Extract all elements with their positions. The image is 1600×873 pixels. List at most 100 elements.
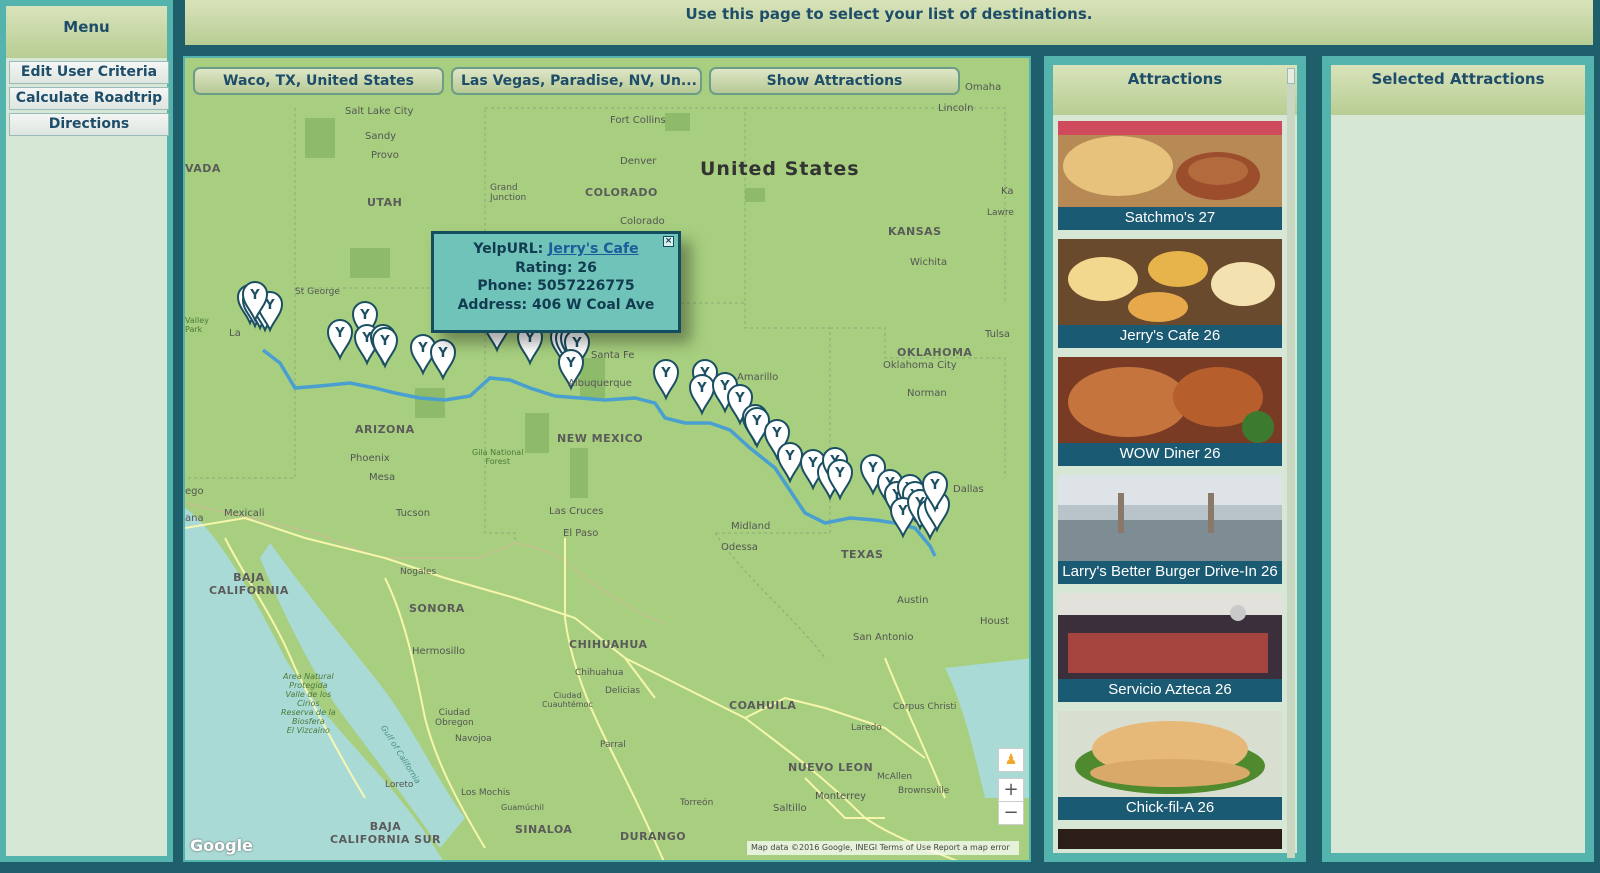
map-label-loreto: Loreto [385, 780, 414, 790]
info-address: Address: 406 W Coal Ave [457, 296, 655, 313]
yelp-marker-icon[interactable]: Y [326, 319, 354, 361]
selected-attractions-title: Selected Attractions [1331, 65, 1585, 115]
attraction-caption: Larry's Better Burger Drive-In 26 [1058, 561, 1282, 584]
attraction-caption: WOW Diner 26 [1058, 443, 1282, 466]
svg-text:Y: Y [734, 391, 745, 406]
svg-text:Y: Y [334, 326, 345, 341]
map-label-amarillo: Amarillo [737, 372, 779, 383]
svg-text:Y: Y [379, 334, 390, 349]
map-label-dallas: Dallas [953, 484, 984, 495]
zoom-out-button[interactable]: − [998, 801, 1024, 825]
map-label-baja-california-sur: BAJA CALIFORNIA SUR [330, 820, 441, 846]
info-yelp-row: YelpURL: Jerry's Cafe [434, 240, 678, 259]
map-label-monterrey: Monterrey [815, 791, 867, 802]
map-label-ciudad-cuauhtemoc: Ciudad Cuauhtémoc [542, 691, 593, 709]
svg-text:Y: Y [249, 288, 260, 303]
map-footer: Map data ©2016 Google, INEGI Terms of Us… [747, 841, 1019, 855]
map-label-provo: Provo [371, 150, 399, 161]
google-logo: Google [190, 836, 253, 855]
attraction-card[interactable]: Servicio Azteca 26 [1058, 593, 1282, 702]
map-label-new-mexico: NEW MEXICO [557, 432, 644, 445]
map-label-grand-junction: Grand Junction [490, 183, 527, 203]
attraction-card[interactable]: WOW Diner 26 [1058, 357, 1282, 466]
map-label-austin: Austin [897, 595, 929, 606]
map-label-salt-lake-city: Salt Lake City [345, 106, 414, 117]
yelp-marker-icon[interactable]: Y [688, 374, 716, 416]
map-label-norman: Norman [907, 388, 947, 399]
map-label-tulsa: Tulsa [985, 329, 1011, 340]
attraction-card-partial[interactable] [1058, 829, 1282, 849]
info-yelp-link[interactable]: Jerry's Cafe [548, 241, 638, 257]
destination-input-button[interactable]: Las Vegas, Paradise, NV, Un... [451, 67, 702, 95]
calculate-roadtrip-button[interactable]: Calculate Roadtrip [9, 87, 169, 110]
map-label-ego-partial: ego [185, 486, 204, 497]
map-label-coahuila: COAHUILA [729, 699, 797, 712]
svg-text:Y: Y [660, 366, 671, 381]
yelp-marker-icon[interactable]: Y [371, 327, 399, 369]
yelp-marker-icon[interactable]: Y [429, 339, 457, 381]
attraction-card[interactable]: Satchmo's 27 [1058, 121, 1282, 230]
svg-text:Y: Y [696, 381, 707, 396]
attraction-caption: Servicio Azteca 26 [1058, 679, 1282, 702]
map-label-arizona: ARIZONA [355, 423, 415, 436]
attraction-photo [1058, 475, 1282, 561]
map-label-el-paso: El Paso [563, 528, 599, 539]
edit-user-criteria-button[interactable]: Edit User Criteria [9, 61, 169, 84]
map-label-odessa: Odessa [721, 542, 758, 553]
map-label-kansas-city-partial: Ka [1001, 186, 1014, 197]
svg-text:Y: Y [929, 478, 940, 493]
map-label-st-george: St George [295, 287, 340, 297]
map-label-santa-fe: Santa Fe [591, 350, 635, 361]
menu-title: Menu [6, 6, 167, 58]
directions-button[interactable]: Directions [9, 113, 169, 136]
yelp-marker-icon[interactable]: Y [652, 359, 680, 401]
attraction-card[interactable]: Chick-fil-A 26 [1058, 711, 1282, 820]
map-label-navojoa: Navojoa [455, 734, 492, 744]
map-label-omaha: Omaha [965, 82, 1002, 93]
map-label-colorado: COLORADO [585, 186, 658, 199]
attractions-scrollbar[interactable] [1287, 68, 1295, 858]
zoom-in-button[interactable]: + [998, 778, 1024, 802]
attraction-card[interactable]: Jerry's Cafe 26 [1058, 239, 1282, 348]
map-label-kansas: KANSAS [888, 225, 942, 238]
attractions-title: Attractions [1053, 65, 1297, 115]
map-label-baja-california: BAJA CALIFORNIA [209, 571, 289, 597]
attraction-caption: Satchmo's 27 [1058, 207, 1282, 230]
svg-text:Y: Y [751, 414, 762, 429]
info-phone: Phone: 5057226775 [477, 278, 635, 294]
svg-text:Y: Y [807, 456, 818, 471]
attraction-photo [1058, 711, 1282, 797]
scrollbar-thumb[interactable] [1287, 68, 1295, 84]
attraction-photo [1058, 239, 1282, 325]
map-label-albuquerque: Albuquerque [568, 378, 632, 389]
show-attractions-button[interactable]: Show Attractions [709, 67, 960, 95]
map-label-nogales: Nogales [400, 567, 437, 577]
svg-text:Y: Y [417, 341, 428, 356]
close-icon[interactable]: × [663, 236, 674, 247]
page-header: Use this page to select your list of des… [185, 0, 1593, 45]
map-label-delicias: Delicias [605, 686, 641, 696]
map-label-tucson: Tucson [396, 508, 431, 519]
map-label-nevada-partial: VADA [185, 162, 221, 175]
map-label-las-vegas-partial: La [229, 328, 241, 339]
map-label-colorado-springs: Colorado [620, 216, 665, 227]
attraction-card[interactable]: Larry's Better Burger Drive-In 26 [1058, 475, 1282, 584]
map-label-saltillo: Saltillo [773, 803, 807, 814]
origin-input-button[interactable]: Waco, TX, United States [193, 67, 444, 95]
map-label-laredo: Laredo [851, 723, 882, 733]
map-label-chihuahua-city: Chihuahua [575, 668, 624, 678]
map-label-mexicali: Mexicali [224, 508, 265, 519]
map-label-midland: Midland [731, 521, 771, 532]
map-label-sinaloa: SINALOA [515, 823, 573, 836]
pegman-icon[interactable]: ♟ [998, 748, 1024, 772]
attraction-photo [1058, 593, 1282, 679]
map-label-fort-collins: Fort Collins [610, 115, 666, 126]
map[interactable]: YYYYYYYYYYYYYYYYYYYYYYYYYYYYYYYYYYYYYYYY… [183, 56, 1031, 862]
map-label-brownsville: Brownsville [898, 786, 950, 796]
svg-text:Y: Y [867, 461, 878, 476]
map-label-torreon: Torreón [680, 798, 714, 808]
map-label-lawrence-partial: Lawre [987, 208, 1014, 218]
map-label-sandy: Sandy [365, 131, 397, 142]
map-label-durango: DURANGO [620, 830, 687, 843]
svg-text:Y: Y [771, 426, 782, 441]
